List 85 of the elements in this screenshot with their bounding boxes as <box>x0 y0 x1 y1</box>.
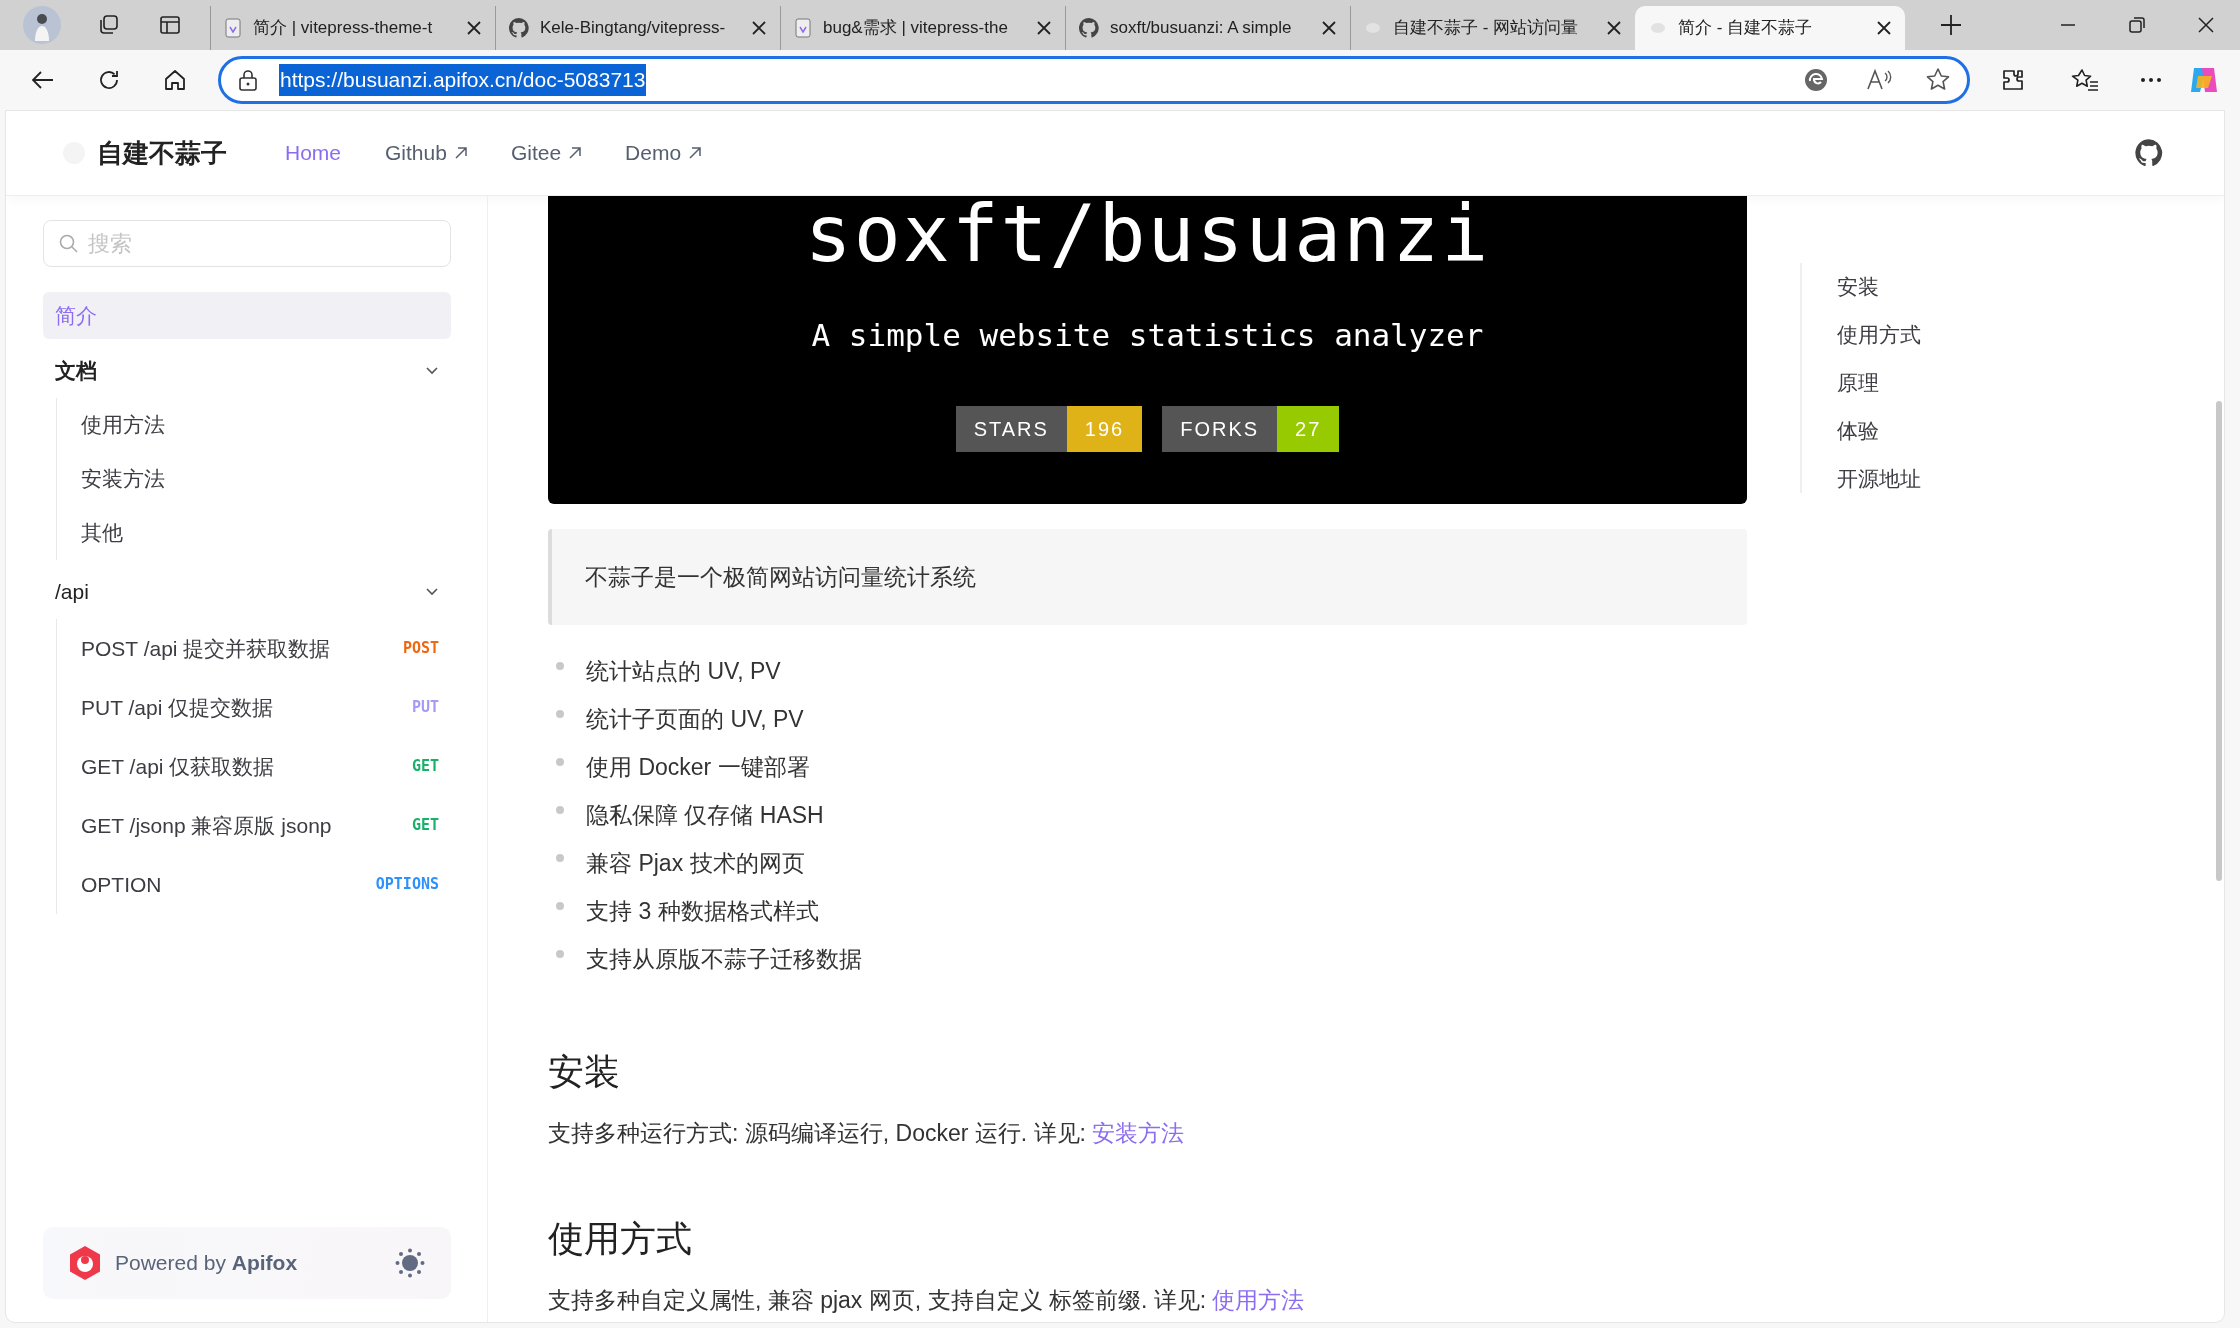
tab-title: 简介 | vitepress-theme-t <box>253 17 434 40</box>
toc-link[interactable]: 开源地址 <box>1837 455 1921 503</box>
bullet-icon <box>556 758 564 766</box>
tab-title: 自建不蒜子 - 网站访问量 <box>1393 17 1580 40</box>
section-heading: 安装 <box>548 1050 621 1094</box>
theme-toggle-icon[interactable] <box>395 1248 425 1278</box>
feature-item: 支持 3 种数据格式样式 <box>586 896 819 926</box>
reload-icon[interactable] <box>97 68 121 92</box>
page-icon <box>223 18 243 38</box>
toc-link[interactable]: 使用方式 <box>1837 311 1921 359</box>
doc-link[interactable]: 使用方法 <box>1212 1287 1305 1314</box>
close-icon[interactable] <box>1035 19 1053 37</box>
method-label: GET <box>411 756 439 778</box>
sidebar-item[interactable]: GET /api 仅获取数据 GET <box>57 737 451 796</box>
favorite-star-icon[interactable] <box>1925 67 1951 93</box>
sidebar-item[interactable]: POST /api 提交并获取数据 POST <box>57 619 451 678</box>
sidebar-item[interactable]: PUT /api 仅提交数据 PUT <box>57 678 451 737</box>
bullet-icon <box>556 950 564 958</box>
bullet-icon <box>556 902 564 910</box>
close-icon[interactable] <box>1320 19 1338 37</box>
method-label: GET <box>411 815 439 837</box>
scrollbar-thumb[interactable] <box>2216 401 2222 881</box>
sidebar-item[interactable]: GET /jsonp 兼容原版 jsonp GET <box>57 796 451 855</box>
github-icon[interactable] <box>2134 138 2164 168</box>
tab-title: Kele-Bingtang/vitepress- <box>540 17 727 40</box>
powered-by-text: Powered by Apifox <box>115 1250 298 1277</box>
close-icon[interactable] <box>465 19 483 37</box>
bullet-icon <box>556 854 564 862</box>
address-bar[interactable]: https://busuanzi.apifox.cn/doc-5083713 <box>218 56 1970 104</box>
feature-item: 兼容 Pjax 技术的网页 <box>586 848 805 878</box>
method-label: OPTIONS <box>375 874 439 896</box>
close-icon[interactable] <box>2196 16 2215 34</box>
chevron-icon <box>425 366 439 376</box>
search-field[interactable]: 搜索 <box>43 220 451 267</box>
toc-link[interactable]: 体验 <box>1837 407 1921 455</box>
feature-item: 统计子页面的 UV, PV <box>586 704 804 734</box>
apifox-logo-icon <box>69 1245 101 1281</box>
tab-actions-icon[interactable] <box>158 13 182 37</box>
page-icon <box>793 18 813 38</box>
nav-link[interactable]: Home <box>285 137 342 169</box>
site-title[interactable]: 自建不蒜子 <box>97 133 227 173</box>
doc-link[interactable]: 安装方法 <box>1092 1119 1185 1146</box>
intro-quote: 不蒜子是一个极简网站访问量统计系统 <box>548 529 1747 625</box>
sidebar-group[interactable]: /api <box>43 565 451 619</box>
url-text: https://busuanzi.apifox.cn/doc-5083713 <box>279 64 647 96</box>
tab-title: bug&需求 | vitepress-the <box>823 17 1009 40</box>
close-icon[interactable] <box>1875 19 1893 37</box>
section-text: 支持多种运行方式: 源码编译运行, Docker 运行. 详见: 安装方法 <box>548 1118 1186 1148</box>
sidebar-item[interactable]: 安装方法 <box>57 452 451 506</box>
section-heading: 使用方式 <box>548 1217 693 1262</box>
nav-link[interactable]: Demo <box>625 137 702 169</box>
toc-link[interactable]: 安装 <box>1837 263 1921 311</box>
sidebar-item[interactable]: 使用方法 <box>57 398 451 452</box>
nav-link[interactable]: Gitee <box>510 137 582 169</box>
method-label: POST <box>402 638 439 660</box>
close-icon[interactable] <box>1605 19 1623 37</box>
toc-link[interactable]: 原理 <box>1837 359 1921 407</box>
close-icon[interactable] <box>750 19 768 37</box>
github-icon <box>508 17 530 39</box>
chevron-icon <box>425 587 439 597</box>
tab-title: soxft/busuanzi: A simple <box>1110 17 1293 40</box>
tab-title: 简介 - 自建不蒜子 <box>1678 17 1814 40</box>
new-tab-icon[interactable] <box>1939 13 1963 37</box>
restore-icon[interactable] <box>2127 16 2146 34</box>
section-text: 支持多种自定义属性, 兼容 pjax 网页, 支持自定义 标签前缀. 详见: 使用方法 <box>548 1286 1306 1316</box>
bullet-icon <box>556 806 564 814</box>
lock-icon <box>237 68 259 92</box>
home-icon[interactable] <box>163 68 187 92</box>
nav-link[interactable]: Github <box>385 137 467 169</box>
browser-tab[interactable]: 简介 - 自建不蒜子 <box>1635 6 1905 50</box>
banner-title: soxft/busuanzi <box>804 192 1491 278</box>
method-label: PUT <box>411 697 439 719</box>
feature-item: 使用 Docker 一键部署 <box>586 752 810 782</box>
bullet-icon <box>556 662 564 670</box>
sidebar-item[interactable]: OPTION OPTIONS <box>57 855 451 914</box>
bullet-icon <box>556 710 564 718</box>
github-icon <box>1078 17 1100 39</box>
edge-refresh-icon[interactable] <box>1803 67 1829 93</box>
feature-item: 统计站点的 UV, PV <box>586 656 781 686</box>
sidebar-item[interactable]: 其他 <box>57 506 451 560</box>
feature-item: 隐私保障 仅存储 HASH <box>586 800 824 830</box>
sidebar-group[interactable]: 文档 <box>43 344 451 398</box>
feature-item: 支持从原版不蒜子迁移数据 <box>586 944 862 974</box>
banner-subtitle: A simple website statistics analyzer <box>811 315 1484 355</box>
profile-avatar[interactable] <box>22 5 62 45</box>
